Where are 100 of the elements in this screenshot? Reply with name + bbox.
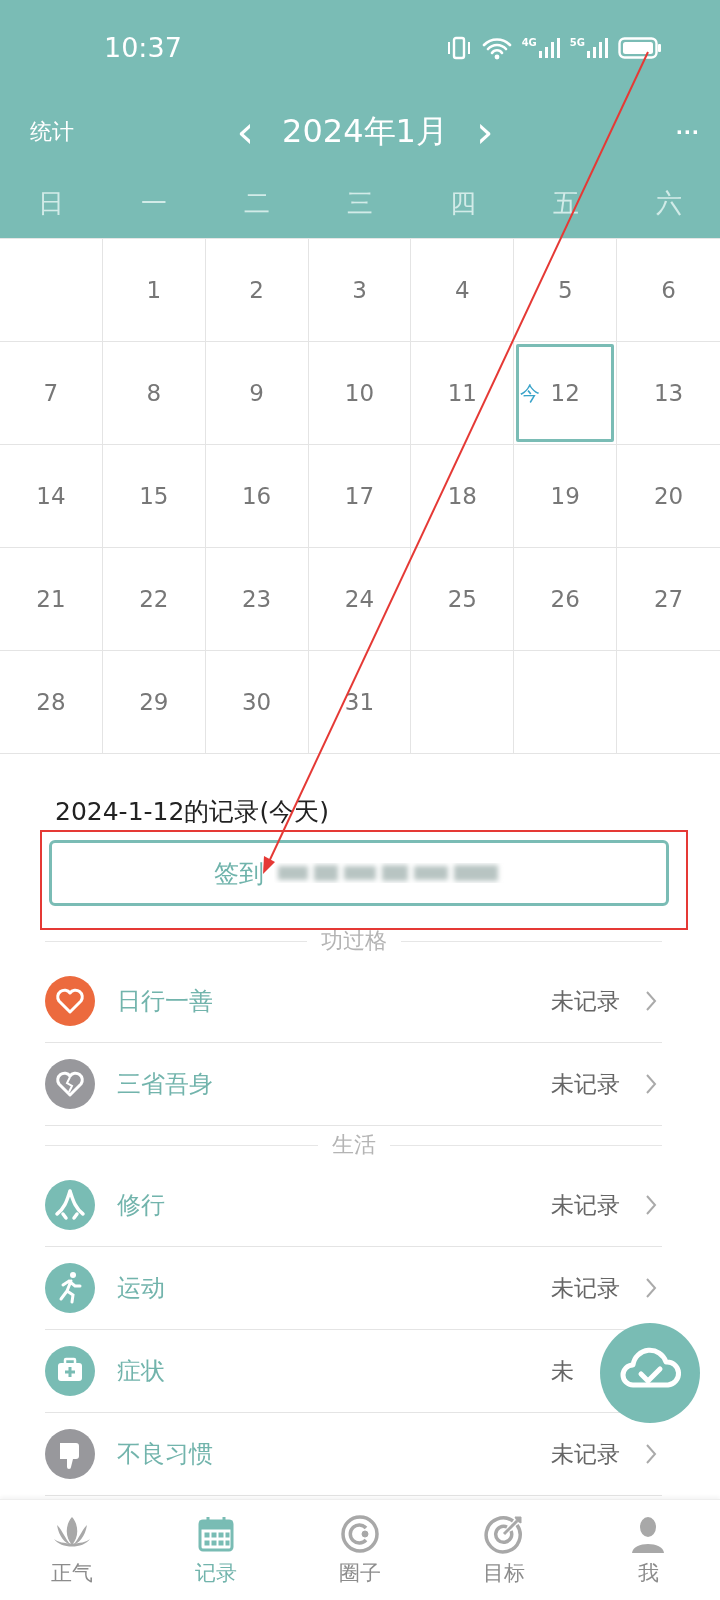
day-number: 14 xyxy=(36,483,66,509)
network-label: 4G xyxy=(521,36,537,48)
day-number: 18 xyxy=(447,483,477,509)
calendar-day[interactable]: 18 xyxy=(411,445,515,548)
nav-tab[interactable]: 正气 xyxy=(0,1500,144,1600)
weekday-label: 三 xyxy=(347,186,373,220)
calendar-day[interactable]: 27 xyxy=(617,548,720,651)
wifi-icon xyxy=(481,35,512,60)
record-status: 未记录 xyxy=(551,1440,620,1467)
calendar-day[interactable]: 15 xyxy=(102,445,206,548)
day-number: 5 xyxy=(557,277,573,303)
nav-tab[interactable]: 目标 xyxy=(432,1500,576,1600)
day-number: 6 xyxy=(661,277,676,303)
calendar-day[interactable]: 9 xyxy=(205,342,309,445)
calendar-day[interactable]: 4 xyxy=(411,239,515,342)
day-number: 19 xyxy=(550,483,580,509)
calendar-day[interactable]: 8 xyxy=(102,342,206,445)
record-status: 未记录 xyxy=(551,1191,620,1218)
weekday-label: 六 xyxy=(655,186,682,220)
calendar-day[interactable]: 今 12 xyxy=(514,342,618,445)
record-item-label[interactable]: 三省吾身 xyxy=(117,1070,213,1098)
day-number: 23 xyxy=(242,586,272,612)
day-number: 17 xyxy=(344,483,375,509)
day-number: 27 xyxy=(653,586,684,612)
record-item-label[interactable]: 不良习惯 xyxy=(117,1440,213,1468)
day-number: 10 xyxy=(344,380,375,406)
status-time: 10:37 xyxy=(104,32,182,63)
calendar-day[interactable]: 26 xyxy=(514,548,618,651)
day-number: 3 xyxy=(352,277,367,303)
record-item-label[interactable]: 日行一善 xyxy=(117,987,213,1015)
calendar-day[interactable]: 6 xyxy=(617,239,720,342)
calendar-day[interactable]: 17 xyxy=(308,445,412,548)
calendar-day[interactable]: 25 xyxy=(411,548,515,651)
calendar-day[interactable]: 24 xyxy=(308,548,412,651)
month-title: 2024年1月 xyxy=(282,110,448,152)
checkin-button[interactable]: 签到 xyxy=(49,840,669,906)
day-number: 8 xyxy=(146,380,162,406)
record-status: 未记录 xyxy=(551,1070,620,1097)
record-item-label[interactable]: 症状 xyxy=(117,1357,165,1385)
weekday-label: 二 xyxy=(244,186,271,220)
calendar-day[interactable]: 2 xyxy=(205,239,309,342)
calendar-day[interactable]: 3 xyxy=(308,239,412,342)
weekday-label: 五 xyxy=(552,186,579,220)
record-item-label[interactable]: 修行 xyxy=(117,1191,165,1219)
calendar-day[interactable]: 19 xyxy=(514,445,618,548)
calendar-day[interactable]: 22 xyxy=(102,548,206,651)
day-number: 7 xyxy=(43,380,59,406)
day-number: 20 xyxy=(653,483,684,509)
day-number: 29 xyxy=(139,689,169,715)
day-number: 25 xyxy=(447,586,477,612)
today-mark: 今 xyxy=(520,379,541,407)
target-icon xyxy=(483,1513,525,1555)
section-title: 功过格 xyxy=(320,927,387,955)
calendar-day[interactable]: 21 xyxy=(0,548,103,651)
day-number: 9 xyxy=(249,380,264,406)
record-status: 未 xyxy=(551,1357,574,1384)
network-label: 5G xyxy=(569,36,585,48)
calendar-day[interactable]: 11 xyxy=(411,342,515,445)
day-number: 15 xyxy=(139,483,169,509)
vibrate-icon xyxy=(445,35,472,60)
weekday-label: 四 xyxy=(449,186,476,220)
record-status: 未记录 xyxy=(551,1274,620,1301)
day-number: 12 xyxy=(550,380,580,406)
calendar-day[interactable]: 13 xyxy=(617,342,720,445)
record-item-label[interactable]: 运动 xyxy=(117,1274,165,1302)
day-number: 13 xyxy=(653,380,684,406)
day-number: 28 xyxy=(36,689,66,715)
calendar-day[interactable]: 29 xyxy=(102,651,206,754)
day-number: 1 xyxy=(146,277,162,303)
day-number: 30 xyxy=(242,689,272,715)
section-title: 生活 xyxy=(331,1131,376,1159)
cloud-sync-button[interactable] xyxy=(600,1323,700,1423)
calendar-day[interactable]: 31 xyxy=(308,651,412,754)
calendar-day[interactable]: 16 xyxy=(205,445,309,548)
calendar-day[interactable]: 5 xyxy=(514,239,618,342)
day-number: 21 xyxy=(36,586,66,612)
calendar-day[interactable]: 20 xyxy=(617,445,720,548)
record-status: 未记录 xyxy=(551,987,620,1014)
day-number: 2 xyxy=(249,277,264,303)
calendar-day[interactable]: 7 xyxy=(0,342,103,445)
calendar-day[interactable]: 10 xyxy=(308,342,412,445)
nav-tab[interactable]: 圈子 xyxy=(288,1500,432,1600)
battery-icon xyxy=(618,35,662,60)
day-number: 26 xyxy=(550,586,580,612)
day-number: 24 xyxy=(344,586,375,612)
day-number: 22 xyxy=(139,586,169,612)
weekday-label: 日 xyxy=(38,186,65,220)
day-number: 31 xyxy=(344,689,375,715)
calendar-day[interactable]: 30 xyxy=(205,651,309,754)
nav-tab[interactable]: 我 xyxy=(576,1500,720,1600)
circle-icon xyxy=(339,1513,381,1555)
signal-icon xyxy=(537,36,560,59)
calendar-day[interactable]: 14 xyxy=(0,445,103,548)
calendar-day[interactable]: 23 xyxy=(205,548,309,651)
nav-tab[interactable]: 记录 xyxy=(144,1500,288,1600)
signal-icon xyxy=(586,36,608,59)
calendar-day[interactable]: 28 xyxy=(0,651,103,754)
record-title: 2024-1-12的记录(今天) xyxy=(55,796,330,828)
calendar-day[interactable]: 1 xyxy=(102,239,206,342)
weekday-label: 一 xyxy=(141,186,168,220)
